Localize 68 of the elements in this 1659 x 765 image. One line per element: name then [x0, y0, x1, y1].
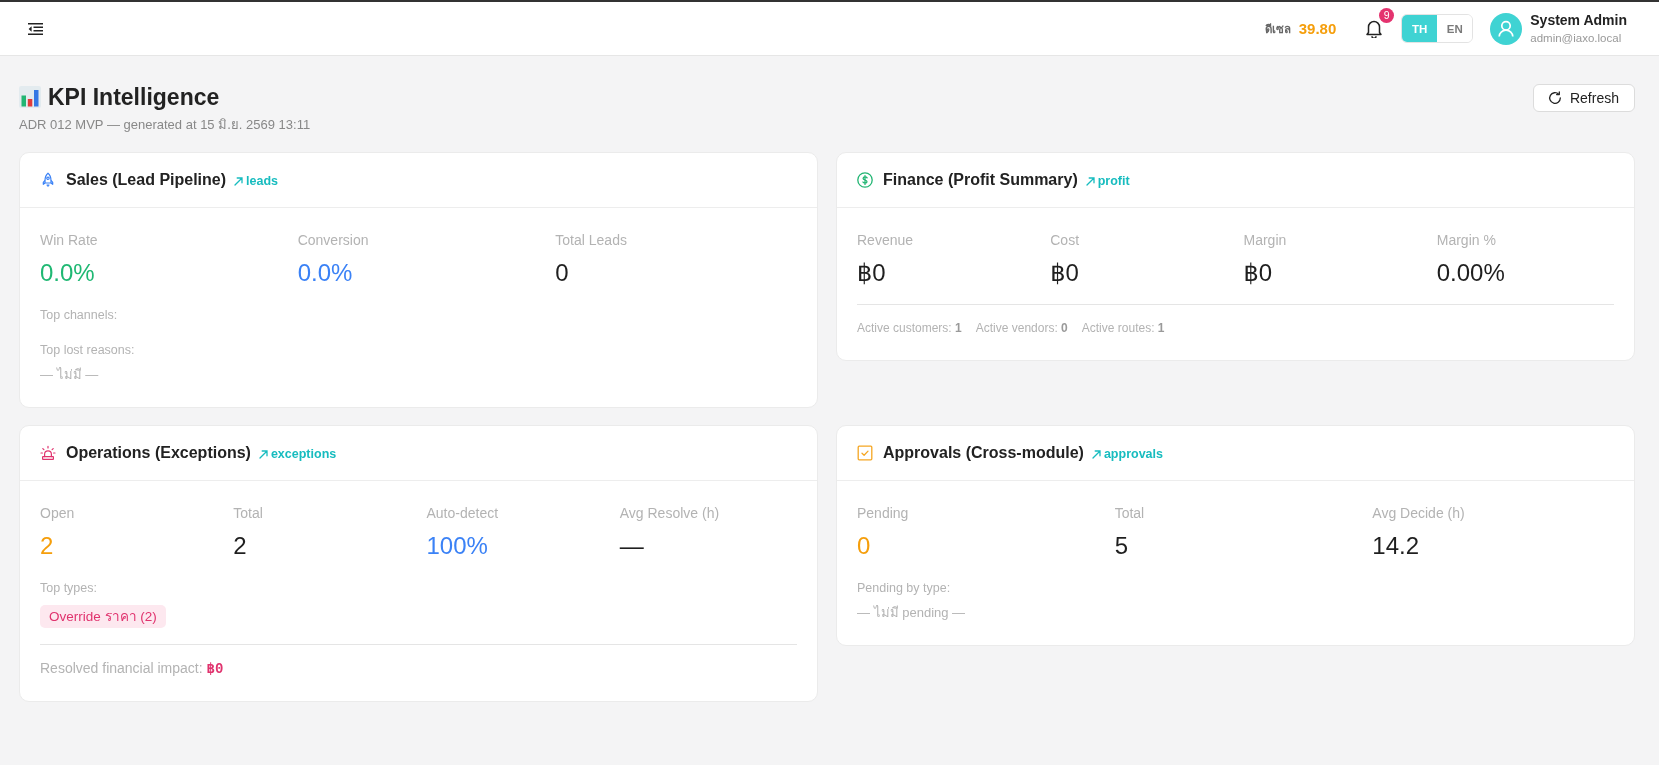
metric-label: Total Leads	[555, 231, 628, 250]
page-subtitle: ADR 012 MVP — generated at 15 มิ.ย. 2569 13:11	[19, 116, 311, 134]
metric-value: 0	[555, 258, 570, 288]
metric-label: Auto-detect	[426, 504, 500, 523]
fuel-price: 39.80	[1298, 20, 1337, 37]
empty-note: — ไม่มี —	[40, 366, 100, 384]
menu-icon[interactable]	[28, 22, 43, 35]
card-link[interactable]: approvals	[1091, 447, 1163, 461]
metric-label: Total	[233, 504, 264, 523]
dollar-coin-icon	[857, 172, 873, 188]
metric-value: 100%	[426, 531, 489, 561]
empty-note: — ไม่มี pending —	[857, 604, 967, 622]
bar-chart-icon	[19, 86, 41, 108]
metric-label: Revenue	[857, 231, 915, 250]
type-tag: Override ราคา (2)	[40, 605, 166, 628]
metric-value: 0.00%	[1436, 258, 1506, 288]
metric-label: Avg Resolve (h)	[619, 504, 721, 523]
siren-icon	[40, 445, 56, 461]
metric-value: ฿0	[857, 258, 887, 288]
language-tab[interactable]: TH	[1402, 15, 1438, 42]
refresh-button[interactable]: Refresh	[1532, 84, 1635, 112]
rocket-icon	[40, 172, 56, 188]
metric-value: ฿0	[1243, 258, 1274, 288]
metric-label: Margin	[1243, 231, 1288, 250]
metric-label: Win Rate	[40, 231, 99, 250]
refresh-icon	[1547, 91, 1562, 105]
arrow-icon	[1091, 449, 1101, 459]
card-title: Operations (Exceptions)	[66, 444, 251, 462]
metric-value: —	[619, 531, 645, 561]
arrow-icon	[234, 176, 244, 186]
metric-label: Open	[40, 504, 76, 523]
card-link[interactable]: leads	[234, 174, 279, 188]
metric-value: ฿0	[1050, 258, 1080, 288]
card-title: Finance (Profit Summary)	[883, 171, 1078, 189]
metric-label: Cost	[1050, 231, 1081, 250]
stat-text: Active vendors: 0	[975, 320, 1068, 337]
stat-text: Active customers: 1	[857, 320, 962, 337]
metric-label: Total	[1114, 504, 1146, 523]
fuel-label: ดีเซล	[1264, 21, 1291, 37]
metric-value: 2	[233, 531, 248, 561]
section-heading: Pending by type:	[857, 580, 952, 597]
metric-value: 5	[1114, 531, 1129, 561]
metric-value: 0.0%	[40, 258, 96, 288]
metric-value: 0	[857, 531, 872, 561]
metric-label: Avg Decide (h)	[1372, 504, 1466, 523]
section-heading: Top types:	[40, 580, 98, 597]
card-title: Approvals (Cross-module)	[883, 444, 1084, 462]
metric-label: Margin %	[1436, 231, 1497, 250]
section-heading: Top lost reasons:	[40, 342, 136, 359]
bell-icon[interactable]	[1365, 19, 1384, 38]
card-title: Sales (Lead Pipeline)	[66, 171, 227, 189]
user-name: System Admin	[1530, 11, 1627, 29]
page-title: KPI Intelligence	[48, 83, 220, 112]
metric-label: Conversion	[297, 231, 370, 250]
stat-text: Active routes: 1	[1081, 320, 1165, 337]
notification-badge: 9	[1379, 8, 1395, 23]
metric-value: 14.2	[1372, 531, 1421, 561]
checkbox-icon	[857, 445, 873, 461]
section-heading: Top channels:	[40, 307, 119, 324]
user-email: admin@iaxo.local	[1530, 31, 1623, 46]
metric-value: 2	[40, 531, 55, 561]
impact-text: Resolved financial impact: ฿0	[40, 659, 224, 678]
card-link[interactable]: exceptions	[258, 447, 337, 461]
arrow-icon	[1085, 176, 1095, 186]
arrow-icon	[258, 449, 268, 459]
metric-label: Pending	[857, 504, 910, 523]
card-link[interactable]: profit	[1085, 174, 1130, 188]
metric-value: 0.0%	[297, 258, 354, 288]
